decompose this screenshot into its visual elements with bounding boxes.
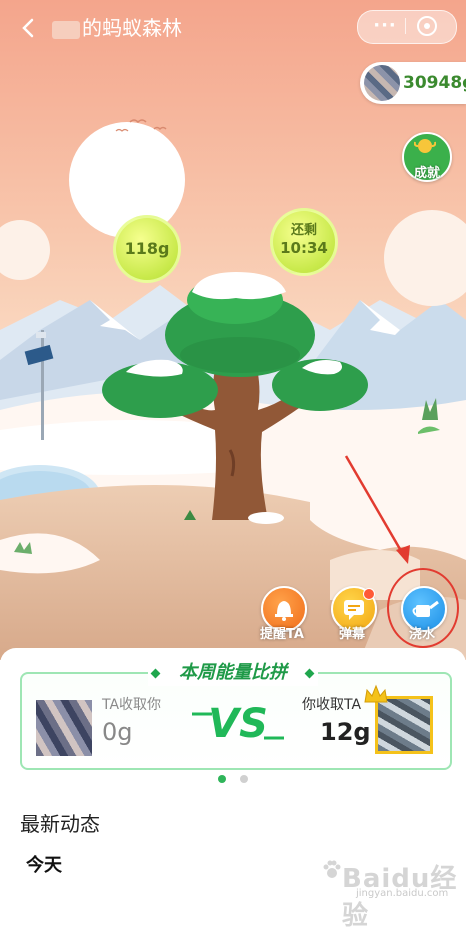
annotation-circle <box>387 568 459 648</box>
friend-collected-value: 0g <box>102 718 133 746</box>
page-indicator[interactable] <box>240 775 248 783</box>
crown-icon <box>364 684 388 703</box>
paw-icon <box>323 860 341 878</box>
feed-today-label: 今天 <box>26 855 62 876</box>
vs-speed-lines <box>192 712 284 740</box>
my-avatar[interactable] <box>375 696 433 754</box>
feed-title: 最新动态 <box>20 812 100 836</box>
weekly-card-title: 本周能量比拼 <box>179 662 287 683</box>
friend-avatar[interactable] <box>36 700 92 756</box>
my-collected-value: 12g <box>320 718 371 746</box>
watermark-sub: jingyan.baidu.com <box>356 888 449 899</box>
friend-collected-label: TA收取你 <box>102 697 162 713</box>
my-collected-label: 你收取TA <box>302 697 362 713</box>
page-indicator-active[interactable] <box>218 775 226 783</box>
